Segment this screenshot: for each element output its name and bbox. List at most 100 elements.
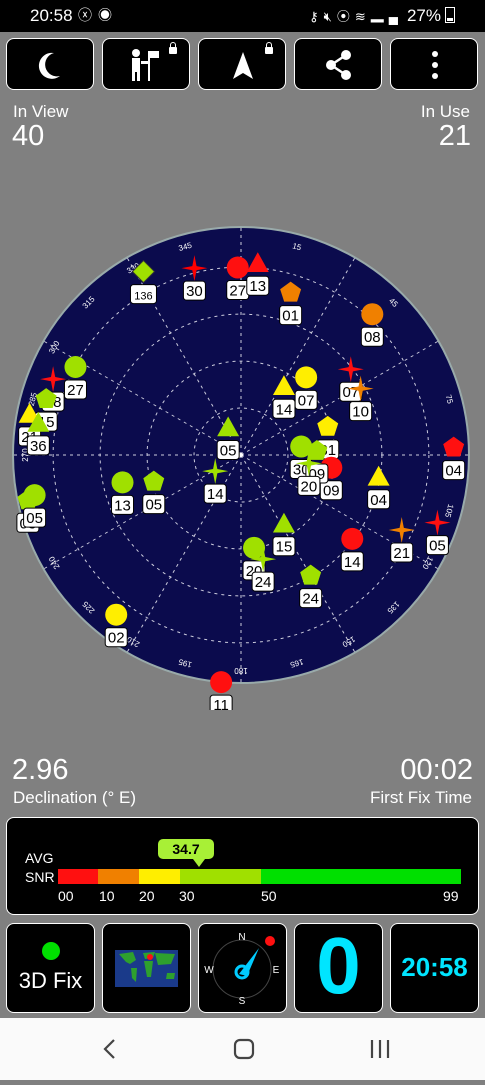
fix-dot-icon <box>42 942 60 960</box>
satellite-label: 05 <box>220 442 237 459</box>
snr-segment-lime <box>180 869 261 884</box>
sky-plot: 1545751051201351501651801952102252402552… <box>12 226 470 710</box>
snr-segment-green <box>261 869 461 884</box>
azimuth-tick-label: 180 <box>234 666 248 675</box>
mute-icon: 🔇︎ <box>323 9 337 24</box>
satellite-label: 05 <box>26 510 43 527</box>
compass-e: E <box>273 965 280 976</box>
survey-button[interactable] <box>102 38 190 90</box>
in-view-value: 40 <box>12 120 45 152</box>
clock-value: 20:58 <box>401 952 468 982</box>
declination-value: 2.96 <box>12 754 69 786</box>
satellite-label: 20 <box>301 478 318 495</box>
compass-icon: N E S W <box>204 932 280 1007</box>
satellite-label: 02 <box>108 630 125 647</box>
notification-icons: ⓧ◉ <box>78 5 118 25</box>
status-icons: ⚷🔇︎⦿≋▂▄ <box>309 6 403 25</box>
satellite-marker <box>341 527 364 550</box>
satellite-marker <box>295 366 318 389</box>
satellite-label: 09 <box>323 483 340 500</box>
satellite-label: 30 <box>186 283 203 300</box>
snr-panel[interactable]: AVG SNR 34.7 00 10 20 30 50 99 <box>6 817 479 915</box>
location-icon: ⦿ <box>336 9 355 24</box>
in-view-label: In View <box>13 102 69 121</box>
satellite-label: 04 <box>370 492 387 509</box>
declination-label: Declination (° E) <box>13 788 137 807</box>
lock-icon <box>169 42 177 54</box>
recents-icon <box>370 1040 390 1058</box>
more-options-button[interactable] <box>390 38 478 90</box>
more-icon <box>432 51 438 79</box>
satellite-label: 04 <box>445 463 462 480</box>
in-use-value: 21 <box>438 120 471 152</box>
snr-tick: 99 <box>443 888 459 904</box>
avg-label: AVG <box>25 850 54 866</box>
share-button[interactable] <box>294 38 382 90</box>
world-map-icon <box>115 950 178 987</box>
home-icon <box>233 1038 255 1060</box>
snr-tick: 30 <box>179 888 195 904</box>
fix-label: 3D Fix <box>18 968 83 993</box>
satellite-label: 136 <box>134 291 152 303</box>
satellite-label: 05 <box>145 497 162 514</box>
camera-icon: ◉ <box>98 7 118 23</box>
night-mode-button[interactable] <box>6 38 94 90</box>
snr-tick: 50 <box>261 888 277 904</box>
status-time: 20:58 <box>30 6 73 25</box>
satellite-label: 24 <box>302 591 319 608</box>
wifi-icon: ≋ <box>354 9 371 24</box>
compass-n: N <box>238 932 245 943</box>
world-map-button[interactable] <box>102 923 191 1013</box>
lock-icon <box>265 42 273 54</box>
satellite-marker <box>361 303 384 326</box>
satellite-label: 13 <box>249 278 266 295</box>
in-use-label: In Use <box>420 102 470 121</box>
key-icon: ⚷ <box>309 9 324 24</box>
night-mode-icon <box>38 52 60 79</box>
share-icon <box>326 50 351 80</box>
system-nav-bar <box>0 1018 485 1080</box>
clock-button[interactable]: 20:58 <box>390 923 479 1013</box>
satellite-label: 14 <box>276 401 293 418</box>
first-fix-label: First Fix Time <box>370 788 472 807</box>
satellite-label: 10 <box>352 404 369 421</box>
satellite-label: 36 <box>30 438 47 455</box>
satellite-label: 07 <box>298 392 315 409</box>
fix-status-button[interactable]: 3D Fix <box>6 923 95 1013</box>
snr-average-bubble: 34.7 <box>157 838 215 867</box>
battery-icon <box>445 7 455 23</box>
satellite-label: 27 <box>67 382 84 399</box>
snr-segment-orange <box>98 869 139 884</box>
satellite-label: 14 <box>207 486 224 503</box>
satellite-marker <box>111 471 134 494</box>
snr-segment-red <box>58 869 98 884</box>
x-icon: ⓧ <box>78 7 98 23</box>
recents-button[interactable] <box>370 1040 390 1058</box>
satellite-marker <box>105 603 128 626</box>
compass-w: W <box>204 965 214 976</box>
snr-tick: 20 <box>139 888 155 904</box>
compass-s: S <box>239 996 246 1007</box>
satellite-label: 07 <box>342 384 359 401</box>
satellite-label: 24 <box>255 574 272 591</box>
satellite-label: 14 <box>344 554 361 571</box>
home-button[interactable] <box>233 1038 255 1060</box>
toolbar <box>6 38 481 92</box>
back-icon <box>103 1039 115 1059</box>
satellite-label: 08 <box>364 329 381 346</box>
status-bar: 20:58 ⓧ◉ ⚷🔇︎⦿≋▂▄ 27% <box>0 0 485 32</box>
satellite-marker <box>23 484 46 507</box>
compass-button[interactable]: N E S W <box>198 923 287 1013</box>
satellite-label: 11 <box>213 697 229 710</box>
satellite-count-button[interactable]: 0 <box>294 921 383 1013</box>
satellite-marker <box>64 355 87 378</box>
satellite-label: 21 <box>393 545 410 562</box>
satellite-label: 13 <box>114 497 131 514</box>
battery-indicator: 27% <box>407 6 455 26</box>
back-button[interactable] <box>103 1039 115 1059</box>
snr-segment-yellow <box>139 869 180 884</box>
navigation-button[interactable] <box>198 38 286 90</box>
snr-tick: 00 <box>58 888 74 904</box>
satellite-count: 0 <box>316 921 361 1010</box>
snr-label: SNR <box>25 869 55 885</box>
